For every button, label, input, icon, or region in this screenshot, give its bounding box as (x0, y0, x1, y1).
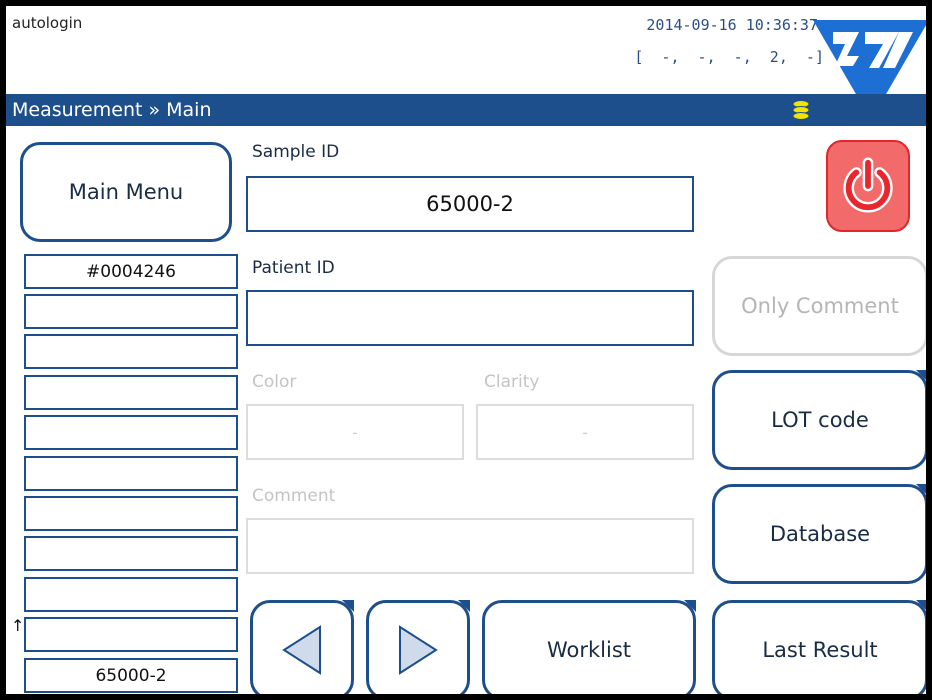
corner-mark (684, 600, 696, 612)
list-item-top-id[interactable]: #0004246 (24, 254, 238, 289)
clarity-field: - (476, 404, 694, 460)
corner-mark (342, 600, 354, 612)
patient-id-field[interactable] (246, 290, 694, 346)
list-item[interactable] (24, 375, 238, 410)
list-item[interactable] (24, 334, 238, 369)
color-label: Color (252, 372, 297, 392)
sample-id-field[interactable]: 65000-2 (246, 176, 694, 232)
worklist-button[interactable]: Worklist (482, 600, 696, 694)
list-item[interactable] (24, 496, 238, 531)
patient-id-label: Patient ID (252, 258, 335, 278)
clarity-label: Clarity (484, 372, 540, 392)
corner-mark (916, 484, 926, 496)
list-item[interactable] (24, 456, 238, 491)
lot-code-button[interactable]: LOT code (712, 370, 926, 470)
main-menu-button[interactable]: Main Menu (20, 142, 232, 242)
previous-button[interactable] (250, 600, 354, 694)
triangle-left-icon (282, 625, 321, 675)
status-readout: [ -, -, -, 2, -] (634, 48, 824, 66)
sample-id-label: Sample ID (252, 142, 340, 162)
corner-mark (458, 600, 470, 612)
list-item[interactable] (24, 415, 238, 450)
breadcrumb: Measurement » Main (12, 99, 212, 121)
only-comment-button: Only Comment (712, 256, 926, 356)
main-menu-label: Main Menu (68, 180, 184, 204)
corner-mark (916, 600, 926, 612)
list-item-current[interactable]: 65000-2 (24, 658, 238, 693)
only-comment-label: Only Comment (741, 294, 899, 318)
datetime-readout: 2014-09-16 10:36:37 (646, 16, 818, 34)
database-label: Database (769, 522, 871, 546)
corner-mark (916, 370, 926, 382)
list-item[interactable] (24, 577, 238, 612)
database-button[interactable]: Database (712, 484, 926, 584)
triangle-right-icon (399, 625, 438, 675)
next-button[interactable] (366, 600, 470, 694)
power-icon (843, 157, 893, 213)
last-result-button[interactable]: Last Result (712, 600, 926, 694)
list-item[interactable] (24, 617, 238, 652)
comment-label: Comment (252, 486, 336, 506)
list-item[interactable] (24, 536, 238, 571)
last-result-label: Last Result (762, 638, 878, 662)
lot-code-label: LOT code (771, 408, 869, 432)
title-bar: Measurement » Main (6, 94, 926, 126)
database-stack-icon (792, 100, 810, 120)
status-header: autologin 2014-09-16 10:36:37 [ -, -, -,… (6, 6, 926, 120)
list-item[interactable] (24, 294, 238, 329)
device-screen: autologin 2014-09-16 10:36:37 [ -, -, -,… (6, 6, 926, 694)
power-button[interactable] (826, 140, 910, 232)
comment-field (246, 518, 694, 574)
scroll-up-arrow-icon: ↑ (11, 616, 25, 635)
user-label: autologin (12, 14, 83, 32)
color-field: - (246, 404, 464, 460)
worklist-label: Worklist (546, 638, 632, 662)
